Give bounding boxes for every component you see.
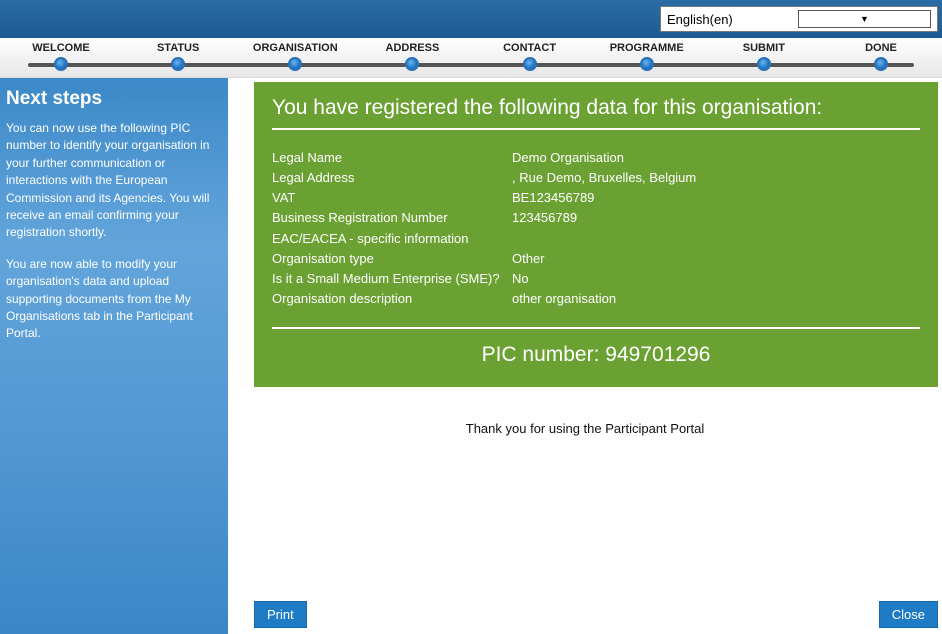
wizard-dot [405,57,419,71]
pic-label: PIC number: [482,343,600,366]
wizard-step-programme[interactable]: PROGRAMME [602,42,692,71]
field-row: Is it a Small Medium Enterprise (SME)? N… [272,269,920,289]
wizard-step-contact[interactable]: CONTACT [485,42,575,71]
wizard-step-organisation[interactable]: ORGANISATION [250,42,340,71]
field-label: Organisation description [272,289,512,309]
wizard-step-address[interactable]: ADDRESS [367,42,457,71]
field-row: Legal Name Demo Organisation [272,148,920,168]
summary-fields: Legal Name Demo Organisation Legal Addre… [272,148,920,309]
wizard-dot [523,57,537,71]
pic-value: 949701296 [605,343,710,366]
field-row: Organisation description other organisat… [272,289,920,309]
field-label: Legal Name [272,148,512,168]
pic-number-line: PIC number: 949701296 [272,343,920,367]
sidebar-paragraph: You are now able to modify your organisa… [6,256,222,343]
close-button[interactable]: Close [879,601,938,628]
wizard-step-welcome[interactable]: WELCOME [16,42,106,71]
field-value: 123456789 [512,208,920,228]
divider [272,128,920,130]
divider [272,327,920,329]
chevron-down-icon: ▼ [798,10,931,28]
field-value: Demo Organisation [512,148,920,168]
sidebar-paragraph: You can now use the following PIC number… [6,120,222,242]
wizard-dot [288,57,302,71]
summary-heading: You have registered the following data f… [272,96,920,120]
field-row: EAC/EACEA - specific information [272,229,920,249]
wizard-nav: WELCOME STATUS ORGANISATION ADDRESS CONT… [0,38,942,78]
wizard-label: STATUS [157,42,199,54]
wizard-dot [171,57,185,71]
field-label: Legal Address [272,168,512,188]
field-label: VAT [272,188,512,208]
field-label: Is it a Small Medium Enterprise (SME)? [272,269,512,289]
wizard-label: PROGRAMME [610,42,684,54]
field-row: Organisation type Other [272,249,920,269]
field-value: , Rue Demo, Bruxelles, Belgium [512,168,920,188]
wizard-label: DONE [865,42,897,54]
wizard-step-status[interactable]: STATUS [133,42,223,71]
wizard-step-submit[interactable]: SUBMIT [719,42,809,71]
field-label: EAC/EACEA - specific information [272,229,512,249]
wizard-dot [874,57,888,71]
wizard-dot [54,57,68,71]
wizard-step-done[interactable]: DONE [836,42,926,71]
field-value [512,229,920,249]
button-bar: Print Close [254,601,938,628]
field-row: VAT BE123456789 [272,188,920,208]
wizard-label: ORGANISATION [253,42,338,54]
wizard-label: SUBMIT [743,42,785,54]
field-value: BE123456789 [512,188,920,208]
wizard-label: WELCOME [32,42,89,54]
top-bar: English(en) ▼ [0,0,942,38]
language-selected: English(en) [667,12,798,27]
thank-you-text: Thank you for using the Participant Port… [228,421,942,436]
wizard-dot [640,57,654,71]
field-label: Organisation type [272,249,512,269]
main-panel: You have registered the following data f… [228,78,942,634]
field-label: Business Registration Number [272,208,512,228]
field-value: No [512,269,920,289]
language-select[interactable]: English(en) ▼ [660,6,938,32]
wizard-dot [757,57,771,71]
wizard-label: CONTACT [503,42,556,54]
field-value: Other [512,249,920,269]
wizard-label: ADDRESS [386,42,440,54]
print-button[interactable]: Print [254,601,307,628]
summary-panel: You have registered the following data f… [254,82,938,387]
field-value: other organisation [512,289,920,309]
sidebar-title: Next steps [6,88,222,110]
field-row: Business Registration Number 123456789 [272,208,920,228]
field-row: Legal Address , Rue Demo, Bruxelles, Bel… [272,168,920,188]
sidebar: Next steps You can now use the following… [0,78,228,634]
